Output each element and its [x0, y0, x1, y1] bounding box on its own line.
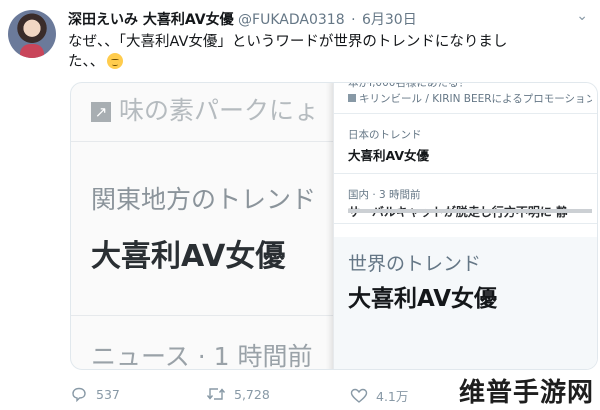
retweet-icon	[206, 388, 226, 400]
retweet-count: 5,728	[234, 386, 270, 402]
retweet-button[interactable]: 5,728	[206, 386, 270, 402]
tweet-text-line1: なぜ、、「大喜利AV女優」というワードが世界のトレンドになりまし	[68, 34, 508, 50]
tweet-text: なぜ、、「大喜利AV女優」というワードが世界のトレンドになりまし た、、	[68, 32, 568, 72]
tweet-text-line2: た、、	[68, 54, 105, 70]
screenshot-bg-title: ↗ 味の素パークにょ	[91, 91, 319, 127]
promoted-icon	[348, 94, 356, 102]
overlay-promo-top: 本がI,000名様にあたる！	[348, 82, 469, 89]
reply-count: 537	[96, 386, 120, 402]
relieved-face-emoji-icon	[107, 53, 124, 69]
tweet: 深田えいみ 大喜利AV女優 @FUKADA0318 · 6月30日 ⌄ なぜ、、…	[0, 0, 600, 410]
overlay-world-trend: 大喜利AV女優	[348, 286, 498, 312]
like-button[interactable]: 4.1万	[350, 386, 408, 405]
divider	[334, 223, 597, 224]
strike-bar	[348, 209, 592, 213]
screenshot-bg-news-meta: ニュース · 1 時間前	[91, 342, 313, 370]
tweet-header: 深田えいみ 大喜利AV女優 @FUKADA0318 · 6月30日	[68, 9, 570, 29]
overlay-world-label: 世界のトレンド	[348, 253, 482, 275]
screenshot-overlay-panel: 本がI,000名様にあたる！ キリンビール / KIRIN BEERによるプロモ…	[333, 82, 597, 369]
screenshot-bg-trend-label: 関東地方のトレンド	[91, 185, 317, 214]
overlay-news-headline: サーバルキャットが脱走し行方不明に 静	[348, 203, 592, 220]
display-name[interactable]: 深田えいみ 大喜利AV女優	[68, 12, 234, 28]
tweet-media-image[interactable]: ↗ 味の素パークにょ 関東地方のトレンド 大喜利AV女優 ニュース · 1 時間前…	[70, 82, 598, 370]
avatar[interactable]	[8, 10, 56, 58]
reply-icon	[72, 387, 86, 402]
user-handle[interactable]: @FUKADA0318	[238, 12, 345, 28]
reply-button[interactable]: 537	[70, 386, 120, 402]
watermark: 维普手游网	[458, 378, 594, 408]
divider	[334, 173, 597, 174]
like-count: 4.1万	[376, 389, 409, 404]
screenshot-bg-trend-name: 大喜利AV女優	[91, 239, 286, 274]
chevron-down-icon[interactable]: ⌄	[576, 8, 588, 24]
overlay-promo-by: キリンビール / KIRIN BEERによるプロモーション	[348, 91, 592, 106]
tweet-date[interactable]: 6月30日	[362, 12, 417, 28]
heart-icon	[350, 388, 368, 403]
divider	[334, 113, 597, 114]
overlay-japan-label: 日本のトレンド	[348, 129, 422, 141]
header-separator: ·	[351, 12, 356, 28]
overlay-news-meta: 国内 · 3 時間前	[348, 189, 421, 201]
overlay-japan-trend: 大喜利AV女優	[348, 148, 429, 163]
arrow-up-right-icon: ↗	[91, 102, 111, 122]
